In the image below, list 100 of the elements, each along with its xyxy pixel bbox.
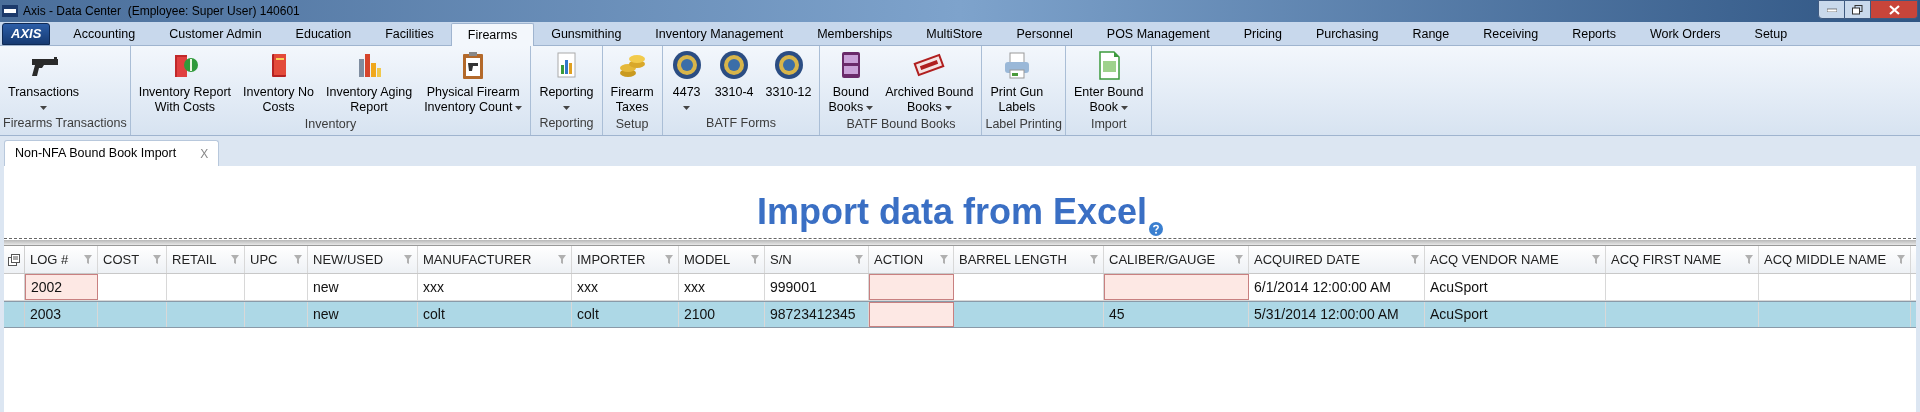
ribbon-group-label: Label Printing	[985, 116, 1062, 133]
ribbon-button[interactable]: Print Gun Labels	[985, 49, 1049, 115]
ribbon-tab[interactable]: Range	[1395, 23, 1467, 45]
ribbon-tab[interactable]: Inventory Management	[638, 23, 801, 45]
ribbon-button[interactable]: Archived Bound Books	[880, 49, 979, 115]
table-cell: xxx	[572, 274, 679, 300]
filter-icon[interactable]	[294, 255, 303, 264]
column-header[interactable]: COST	[98, 246, 167, 273]
filter-icon[interactable]	[665, 255, 674, 264]
ribbon-button[interactable]: Inventory Report With Costs	[133, 49, 237, 115]
ribbon-tab[interactable]: MultiStore	[909, 23, 1000, 45]
ribbon-button[interactable]: Physical Firearm Inventory Count	[419, 49, 528, 115]
filter-icon[interactable]	[855, 255, 864, 264]
tab-close-button[interactable]: X	[200, 144, 209, 163]
ribbon-tab[interactable]: Education	[278, 23, 369, 45]
table-cell: colt	[572, 302, 679, 327]
ribbon-button[interactable]: Reporting	[534, 49, 599, 110]
page-heading: Import data from Excel	[756, 194, 1148, 230]
ribbon-tab[interactable]: Firearms	[450, 23, 535, 46]
filter-icon[interactable]	[1897, 255, 1906, 264]
column-chooser-icon[interactable]	[8, 253, 20, 266]
minimize-button[interactable]	[1818, 0, 1845, 19]
filter-icon[interactable]	[1235, 255, 1244, 264]
filter-icon[interactable]	[231, 255, 240, 264]
filter-icon[interactable]	[404, 255, 413, 264]
filter-icon[interactable]	[751, 255, 760, 264]
ribbon-button[interactable]: Enter Bound Book	[1068, 49, 1149, 115]
caret-icon	[1120, 105, 1128, 110]
ribbon-group-label: Setup	[614, 116, 650, 133]
ribbon-button[interactable]: Transactions	[3, 49, 85, 110]
caret-icon	[944, 105, 952, 110]
close-button[interactable]	[1871, 0, 1918, 19]
table-row[interactable]: 2002 new xxx xxx xxx 999001 6/1/2014 12:00:00 AM AcuSport	[4, 274, 1916, 301]
filter-icon[interactable]	[1745, 255, 1754, 264]
help-icon[interactable]	[1149, 222, 1164, 236]
ribbon-tab[interactable]: Personnel	[999, 23, 1090, 45]
minimize-icon	[1826, 7, 1837, 12]
ribbon-tab[interactable]: Accounting	[56, 23, 153, 45]
column-header[interactable]: CALIBER/GAUGE	[1104, 246, 1249, 273]
table-cell: 2002	[25, 274, 98, 300]
column-header[interactable]: NEW/USED	[308, 246, 418, 273]
table-cell: new	[308, 302, 418, 327]
ribbon-group-label: Import	[1089, 116, 1128, 133]
ribbon-tab[interactable]: Work Orders	[1632, 23, 1738, 45]
close-icon	[1888, 4, 1900, 15]
column-header[interactable]: MODEL	[679, 246, 765, 273]
ribbon-button[interactable]: Inventory No Costs	[238, 49, 319, 115]
ribbon-group-label: Inventory	[303, 116, 358, 133]
ribbon-button[interactable]: Firearm Taxes	[605, 49, 659, 115]
ribbon-tab[interactable]: Memberships	[800, 23, 910, 45]
table-cell: xxx	[679, 274, 765, 300]
ribbon-tab[interactable]: Setup	[1737, 23, 1805, 45]
column-header[interactable]: UPC	[245, 246, 308, 273]
ribbon-tab[interactable]: Facilities	[368, 23, 451, 45]
column-header[interactable]: ACQ VENDOR NAME	[1425, 246, 1606, 273]
ribbon-group-label: Firearms Transactions	[3, 115, 127, 133]
filter-icon[interactable]	[1090, 255, 1099, 264]
document-tab[interactable]: Non-NFA Bound Book Import X	[4, 140, 220, 166]
caret-icon	[562, 106, 570, 110]
ribbon-button[interactable]: Bound Books	[823, 49, 879, 115]
column-header[interactable]: IMPORTER	[572, 246, 679, 273]
table-row[interactable]: 2003 new colt colt 2100 98723412345 45 5/31/2014 12:00:00 AM AcuSport	[4, 301, 1916, 328]
filter-icon[interactable]	[1592, 255, 1601, 264]
caret-icon	[683, 106, 691, 110]
caret-icon	[40, 106, 48, 110]
ribbon-group-label: BATF Forms	[705, 115, 777, 133]
seal-icon	[772, 49, 805, 81]
ribbon-tab[interactable]: POS Management	[1089, 23, 1227, 45]
ribbon-tab[interactable]: Reports	[1555, 23, 1633, 45]
column-header[interactable]: LOG #	[25, 246, 98, 273]
caret-icon	[515, 105, 523, 110]
ribbon-tab[interactable]: Receiving	[1466, 23, 1556, 45]
column-header[interactable]: ACQUIRED DATE	[1249, 246, 1425, 273]
ribbon-button[interactable]: 4473	[665, 49, 708, 110]
caret-icon	[866, 105, 874, 110]
column-header[interactable]: BARREL LENGTH	[954, 246, 1104, 273]
ribbon-tab[interactable]: Gunsmithing	[534, 23, 639, 45]
filter-icon[interactable]	[1411, 255, 1420, 264]
column-header[interactable]: ACTION	[869, 246, 954, 273]
ribbon-button[interactable]: Inventory Aging Report	[320, 49, 418, 115]
ribbon-button[interactable]: 3310-12	[760, 49, 817, 100]
restore-button[interactable]	[1845, 0, 1871, 19]
ribbon-tab[interactable]: Purchasing	[1298, 23, 1396, 45]
column-header[interactable]: ACQ MIDDLE NAME	[1759, 246, 1911, 273]
column-header[interactable]: MANUFACTURER	[418, 246, 572, 273]
seal-icon	[718, 49, 751, 81]
column-header[interactable]: ACQ FIRST NAME	[1606, 246, 1759, 273]
ribbon-button[interactable]: 3310-4	[709, 49, 759, 100]
ribbon-tab[interactable]: Customer Admin	[152, 23, 279, 45]
filter-icon[interactable]	[940, 255, 949, 264]
table-cell: AcuSport	[1425, 274, 1606, 300]
column-header[interactable]: S/N	[765, 246, 869, 273]
ribbon-tab[interactable]: Pricing	[1226, 23, 1299, 45]
filter-icon[interactable]	[558, 255, 567, 264]
filter-icon[interactable]	[153, 255, 162, 264]
column-header[interactable]: RETAIL	[167, 246, 245, 273]
app-menu-button[interactable]: AXIS	[2, 23, 51, 45]
restore-icon	[1852, 4, 1863, 15]
table-cell: xxx	[418, 274, 572, 300]
filter-icon[interactable]	[84, 255, 93, 264]
